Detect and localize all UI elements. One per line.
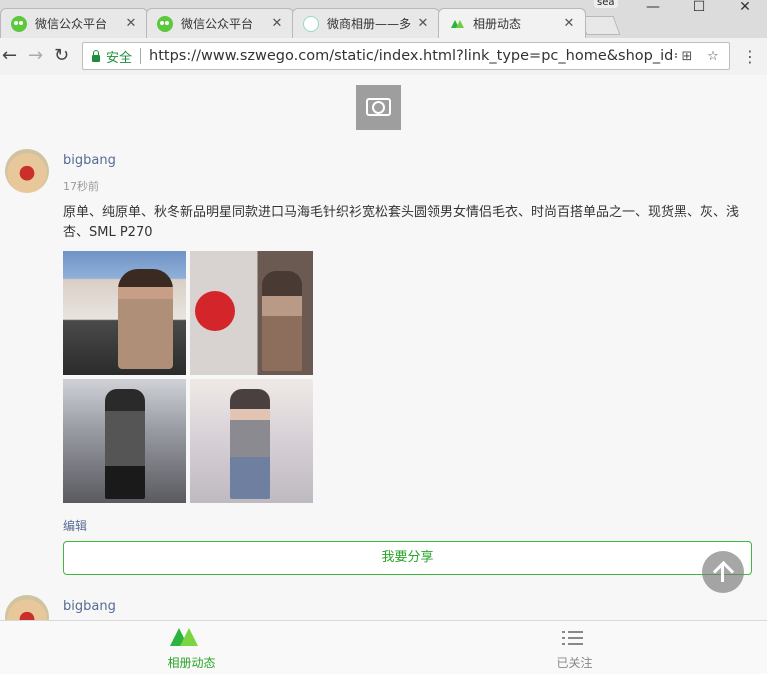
profile-name[interactable]: sea — [594, 0, 618, 8]
tab-title: 相册动态 — [473, 17, 522, 31]
nav-item-followed[interactable]: 已关注 — [383, 621, 766, 674]
forward-arrow-icon[interactable]: → — [28, 46, 43, 66]
album-icon — [170, 628, 200, 648]
minimize-icon[interactable]: — — [630, 0, 676, 22]
post-photo[interactable] — [190, 251, 313, 375]
share-button[interactable]: 我要分享 — [63, 541, 752, 575]
post-photo[interactable] — [63, 251, 186, 375]
translate-icon[interactable]: ⊞ — [677, 49, 697, 64]
address-bar[interactable]: 安全 https://www.szwego.com/static/index.h… — [82, 42, 730, 70]
post-username[interactable]: bigbang — [63, 599, 116, 614]
tab-title: 微商相册——多 — [327, 17, 412, 31]
post-photo[interactable] — [63, 379, 186, 503]
bottom-nav: 相册动态 已关注 — [0, 620, 767, 674]
edit-link[interactable]: 编辑 — [63, 517, 87, 534]
maximize-icon[interactable]: ☐ — [676, 0, 722, 22]
browser-tab-strip: 微信公众平台 ✕ 微信公众平台 ✕ 微商相册——多 ✕ 相册动态 ✕ sea —… — [0, 0, 767, 38]
window-close-icon[interactable]: ✕ — [722, 0, 767, 22]
album-feed: bigbang 17秒前 原单、纯原单、秋冬新品明星同款进口马海毛针织衫宽松套头… — [0, 75, 767, 620]
post-username[interactable]: bigbang — [63, 153, 116, 168]
nav-item-label: 已关注 — [556, 656, 593, 670]
nav-item-label: 相册动态 — [167, 656, 216, 670]
browser-toolbar: ← → ↻ 安全 https://www.szwego.com/static/i… — [0, 38, 767, 76]
close-icon[interactable]: ✕ — [415, 16, 431, 31]
bookmark-star-icon[interactable]: ☆ — [703, 49, 723, 64]
lock-icon — [92, 49, 100, 62]
divider — [140, 48, 142, 64]
wechat-icon — [157, 15, 173, 32]
back-to-top-icon[interactable] — [702, 551, 744, 593]
url-text[interactable]: https://www.szwego.com/static/index.html… — [149, 48, 677, 64]
wechat-icon — [11, 15, 27, 32]
browser-tab[interactable]: 微信公众平台 ✕ — [146, 8, 294, 38]
close-icon[interactable]: ✕ — [269, 16, 285, 31]
avatar[interactable] — [5, 595, 49, 620]
nav-item-album[interactable]: 相册动态 — [0, 621, 383, 674]
post-time: 17秒前 — [63, 180, 99, 193]
list-icon — [562, 630, 584, 646]
tab-title: 微信公众平台 — [35, 17, 108, 31]
avatar[interactable] — [5, 149, 49, 193]
reload-icon[interactable]: ↻ — [54, 46, 69, 66]
camera-icon[interactable] — [356, 85, 401, 130]
browser-tab[interactable]: 微商相册——多 ✕ — [292, 8, 440, 38]
album-icon — [449, 16, 465, 32]
security-label: 安全 — [106, 50, 133, 66]
close-icon[interactable]: ✕ — [561, 16, 577, 31]
post-photo[interactable] — [190, 379, 313, 503]
browser-menu-icon[interactable]: ⋮ — [742, 47, 758, 66]
back-arrow-icon[interactable]: ← — [2, 46, 17, 66]
tab-title: 微信公众平台 — [181, 17, 254, 31]
weishang-icon — [303, 15, 319, 32]
browser-tab-active[interactable]: 相册动态 ✕ — [438, 8, 586, 38]
close-icon[interactable]: ✕ — [123, 16, 139, 31]
post-description: 原单、纯原单、秋冬新品明星同款进口马海毛针织衫宽松套头圆领男女情侣毛衣、时尚百搭… — [63, 205, 740, 240]
browser-tab[interactable]: 微信公众平台 ✕ — [0, 8, 148, 38]
